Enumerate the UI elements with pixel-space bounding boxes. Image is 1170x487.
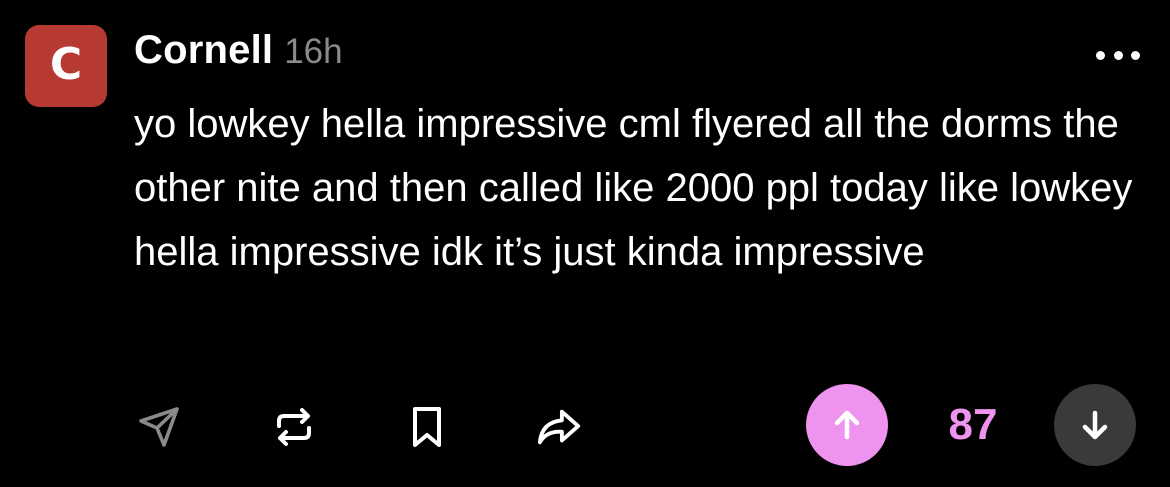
downvote-button[interactable]	[1054, 384, 1136, 466]
arrow-up-icon	[834, 410, 860, 440]
repost-icon[interactable]	[270, 403, 318, 451]
arrow-down-icon	[1082, 410, 1108, 440]
post-body: yo lowkey hella impressive cml flyered a…	[134, 102, 1133, 274]
avatar[interactable]: C	[25, 25, 107, 107]
send-icon[interactable]	[135, 403, 183, 451]
share-icon[interactable]	[535, 403, 583, 451]
post-time: 16h	[284, 32, 343, 71]
post-header: Cornell 16h	[134, 28, 343, 78]
post-card: C Cornell 16h yo lowkey hella impressive…	[0, 0, 1170, 487]
author-name[interactable]: Cornell	[134, 28, 273, 73]
avatar-letter: C	[49, 39, 83, 90]
upvote-button[interactable]	[806, 384, 888, 466]
vote-score: 87	[948, 400, 998, 449]
bookmark-icon[interactable]	[403, 403, 451, 451]
more-options-icon[interactable]	[1096, 40, 1140, 70]
action-bar: 87	[0, 383, 1170, 467]
